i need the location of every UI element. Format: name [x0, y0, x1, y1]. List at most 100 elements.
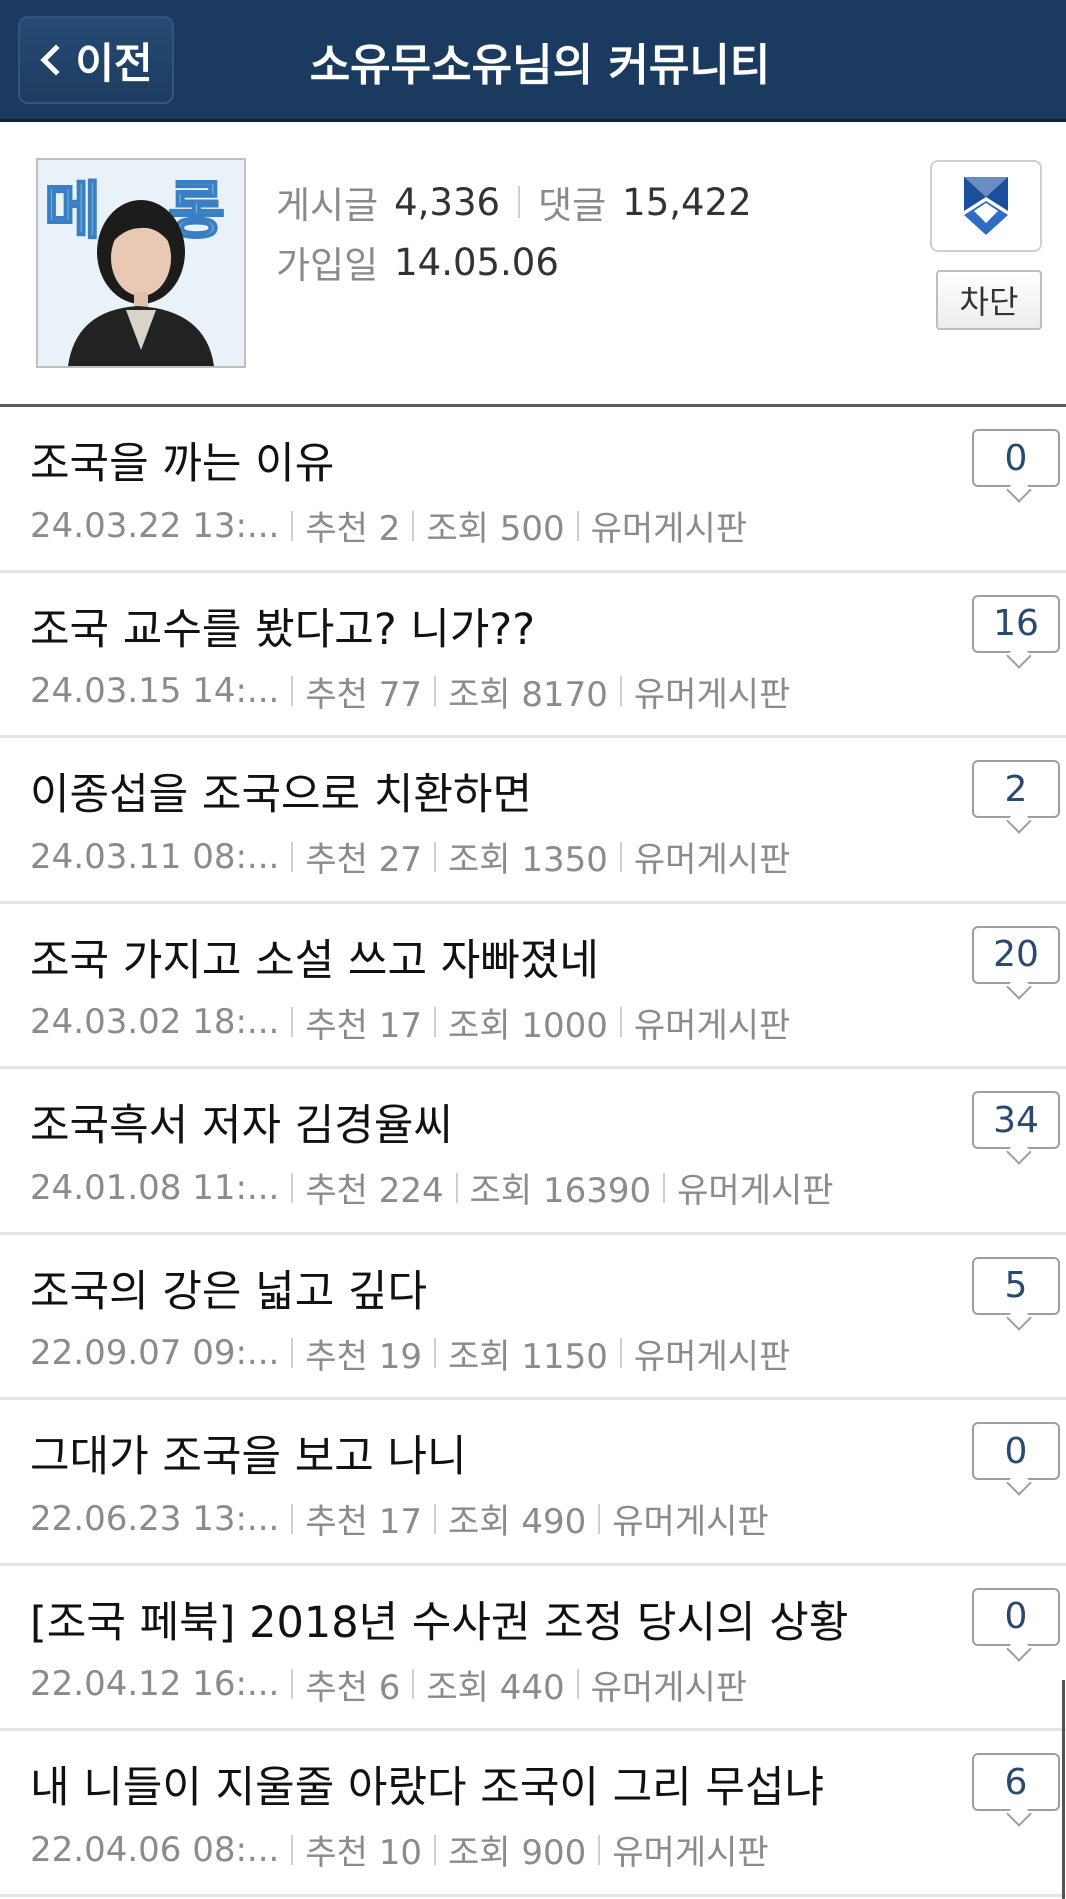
post-board: 유머게시판 [612, 1833, 769, 1873]
bookmark-button[interactable] [930, 160, 1042, 252]
post-recommend: 추천 27 [305, 840, 422, 880]
post-meta: 22.04.06 08:... 추천 10 조회 900 유머게시판 [30, 1825, 769, 1874]
post-title[interactable]: 조국흑서 저자 김경율씨 [30, 1091, 930, 1153]
post-title[interactable]: 조국 가지고 소설 쓰고 자빠졌네 [30, 926, 930, 988]
joined-date: 14.05.06 [394, 240, 559, 284]
post-board: 유머게시판 [677, 1171, 834, 1211]
post-date: 24.03.02 18:... [30, 1002, 280, 1042]
avatar[interactable]: 메 롱 [36, 158, 246, 368]
post-date: 24.03.15 14:... [30, 671, 280, 711]
list-item[interactable]: 그대가 조국을 보고 나니 22.06.23 13:... 추천 17 조회 4… [0, 1400, 1066, 1566]
post-board: 유머게시판 [633, 840, 791, 880]
profile-stats: 게시글 4,336 댓글 15,422 가입일 14.05.06 [276, 172, 752, 292]
post-list: 조국을 까는 이유 24.03.22 13:... 추천 2 조회 500 유머… [0, 407, 1066, 1897]
post-views: 조회 500 [426, 509, 565, 549]
post-title[interactable]: 조국의 강은 넓고 깊다 [30, 1257, 930, 1319]
posts-label: 게시글 [276, 184, 379, 227]
list-item[interactable]: 조국을 까는 이유 24.03.22 13:... 추천 2 조회 500 유머… [0, 407, 1066, 573]
post-meta: 24.03.22 13:... 추천 2 조회 500 유머게시판 [30, 501, 747, 550]
post-recommend: 추천 224 [305, 1171, 444, 1211]
block-button[interactable]: 차단 [936, 270, 1042, 330]
comments-label: 댓글 [538, 184, 607, 227]
post-board: 유머게시판 [590, 1667, 748, 1708]
comment-count-badge[interactable]: 0 [972, 1587, 1060, 1646]
meta-divider [576, 1669, 579, 1699]
post-board: 유머게시판 [590, 509, 748, 549]
back-button-label: 이전 [75, 38, 153, 88]
meta-divider [291, 510, 294, 541]
post-meta: 22.09.07 09:... 추천 19 조회 1150 유머게시판 [30, 1329, 790, 1378]
meta-divider [663, 1172, 666, 1203]
post-board: 유머게시판 [633, 1005, 791, 1046]
meta-divider [598, 1503, 601, 1534]
post-recommend: 추천 17 [305, 1005, 422, 1046]
post-title[interactable]: 내 니들이 지울줄 아랐다 조국이 그리 무섭냐 [30, 1753, 930, 1815]
back-button[interactable]: 이전 [18, 16, 174, 104]
meta-divider [434, 676, 436, 706]
post-recommend: 추천 6 [305, 1667, 401, 1708]
post-recommend: 추천 77 [305, 674, 422, 715]
list-item[interactable]: 조국흑서 저자 김경율씨 24.01.08 11:... 추천 224 조회 1… [0, 1069, 1066, 1235]
meta-divider [412, 510, 415, 541]
meta-divider [291, 1007, 294, 1037]
meta-divider [434, 841, 436, 872]
post-board: 유머게시판 [633, 1336, 791, 1377]
meta-divider [455, 1172, 458, 1203]
scrollbar[interactable] [1062, 1680, 1065, 1899]
post-title[interactable]: 이종섭을 조국으로 치환하면 [30, 760, 930, 822]
meta-divider [434, 1834, 436, 1865]
list-item[interactable]: 조국 교수를 봤다고? 니가?? 24.03.15 14:... 추천 77 조… [0, 572, 1066, 738]
comment-count-badge[interactable]: 16 [972, 594, 1060, 653]
post-title[interactable]: 그대가 조국을 보고 나니 [30, 1422, 930, 1484]
post-meta: 24.03.11 08:... 추천 27 조회 1350 유머게시판 [30, 832, 790, 881]
list-item[interactable]: [조국 페북] 2018년 수사권 조정 당시의 상황 22.04.12 16:… [0, 1565, 1066, 1731]
post-meta: 22.04.12 16:... 추천 6 조회 440 유머게시판 [30, 1660, 747, 1709]
stat-divider [518, 186, 521, 218]
joined-label: 가입일 [276, 244, 379, 287]
profile-section: 메 롱 게시글 4,336 댓글 15,422 가입일 14.05.06 차단 [0, 122, 1066, 407]
post-recommend: 추천 19 [305, 1336, 422, 1377]
meta-divider [291, 841, 294, 872]
meta-divider [291, 1834, 294, 1865]
meta-divider [291, 1669, 294, 1699]
comment-count-badge[interactable]: 20 [972, 925, 1060, 984]
meta-divider [291, 1503, 294, 1534]
post-date: 22.06.23 13:... [30, 1498, 280, 1539]
comment-count-badge[interactable]: 6 [972, 1753, 1060, 1811]
bookmark-icon [964, 177, 1008, 235]
post-title[interactable]: 조국 교수를 봤다고? 니가?? [30, 595, 930, 657]
meta-divider [434, 1503, 436, 1534]
list-item[interactable]: 조국의 강은 넓고 깊다 22.09.07 09:... 추천 19 조회 11… [0, 1234, 1066, 1400]
post-title[interactable]: [조국 페북] 2018년 수사권 조정 당시의 상황 [30, 1588, 930, 1650]
meta-divider [291, 1338, 294, 1368]
avatar-text-left: 메 [44, 174, 101, 247]
avatar-image: 메 롱 [38, 160, 244, 366]
post-views: 조회 900 [448, 1833, 587, 1873]
post-date: 24.01.08 11:... [30, 1167, 280, 1208]
post-views: 조회 8170 [448, 674, 608, 715]
list-item[interactable]: 조국 가지고 소설 쓰고 자빠졌네 24.03.02 18:... 추천 17 … [0, 903, 1066, 1069]
post-title[interactable]: 조국을 까는 이유 [30, 429, 930, 491]
comment-count-badge[interactable]: 0 [972, 1422, 1060, 1480]
comment-count-badge[interactable]: 5 [972, 1256, 1060, 1315]
post-views: 조회 1150 [448, 1336, 608, 1377]
comment-count-badge[interactable]: 0 [972, 429, 1060, 487]
comment-count-badge[interactable]: 2 [972, 760, 1060, 818]
comment-count-badge[interactable]: 34 [972, 1091, 1060, 1149]
post-date: 22.04.12 16:... [30, 1664, 280, 1704]
post-meta: 22.06.23 13:... 추천 17 조회 490 유머게시판 [30, 1494, 769, 1543]
post-date: 24.03.11 08:... [30, 836, 280, 877]
post-date: 22.09.07 09:... [30, 1333, 280, 1373]
post-views: 조회 1000 [448, 1005, 608, 1046]
post-board: 유머게시판 [633, 674, 791, 715]
meta-divider [619, 1338, 622, 1368]
list-item[interactable]: 내 니들이 지울줄 아랐다 조국이 그리 무섭냐 22.04.06 08:...… [0, 1731, 1066, 1897]
meta-divider [576, 510, 579, 541]
post-views: 조회 16390 [469, 1171, 652, 1211]
post-meta: 24.03.15 14:... 추천 77 조회 8170 유머게시판 [30, 667, 790, 716]
meta-divider [598, 1834, 601, 1865]
list-item[interactable]: 이종섭을 조국으로 치환하면 24.03.11 08:... 추천 27 조회 … [0, 738, 1066, 904]
posts-count: 4,336 [394, 180, 501, 224]
meta-divider [291, 676, 294, 706]
post-recommend: 추천 2 [305, 509, 401, 549]
